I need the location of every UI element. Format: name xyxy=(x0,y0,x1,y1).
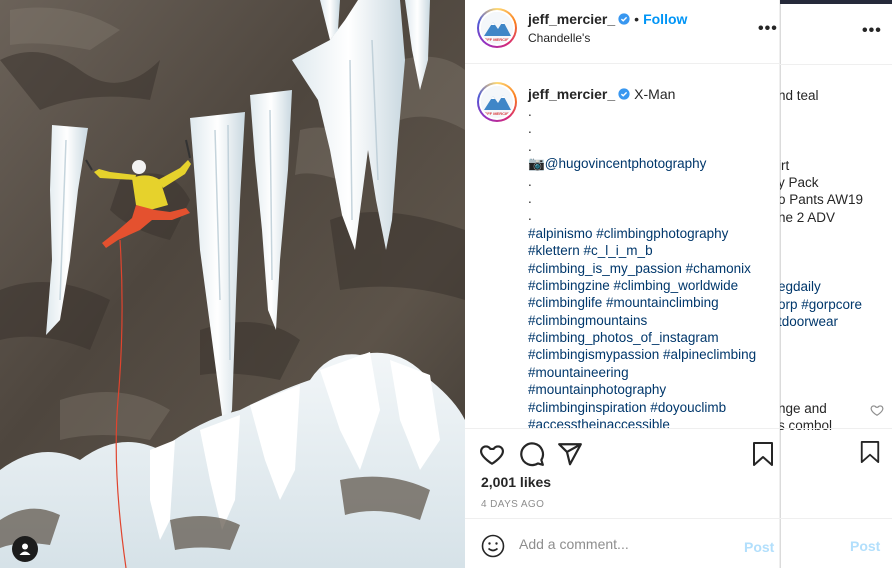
caption-hashtag-line[interactable]: #climbinglife #mountainclimbing xyxy=(528,294,773,311)
caption-scroll-area[interactable]: JEFF MERCIER jeff_mercier_ X-Man ... 📷@hug… xyxy=(465,65,780,428)
more-options-button[interactable]: ••• xyxy=(758,20,778,38)
caption-author-avatar[interactable]: JEFF MERCIER xyxy=(477,82,517,122)
caption-hashtag-line[interactable]: #climbing_is_my_passion #chamonix xyxy=(528,260,773,277)
caption-line: . xyxy=(528,208,532,224)
caption-line xyxy=(778,226,892,243)
comment-bar: Post xyxy=(465,518,780,568)
verified-badge-icon xyxy=(618,13,630,25)
background-header-divider xyxy=(780,64,892,65)
caption-line xyxy=(778,244,892,261)
caption-hashtag-line[interactable]: #klettern #c_l_i_m_b xyxy=(528,242,773,259)
bookmark-icon[interactable] xyxy=(751,441,775,467)
background-more-options-button[interactable]: ••• xyxy=(862,22,882,40)
caption-line: . xyxy=(528,173,532,189)
header-user-line: jeff_mercier_ • Follow xyxy=(528,11,687,27)
caption-hashtag-line[interactable]: orp #gorpcore xyxy=(778,296,892,313)
background-post-button[interactable]: Post xyxy=(850,538,880,554)
caption-hashtag-line[interactable]: #mountainphotography xyxy=(528,381,773,398)
avatar-logo-icon: JEFF MERCIER xyxy=(481,12,513,44)
caption-hashtag-line[interactable]: #alpinismo #climbingphotography xyxy=(528,225,773,242)
caption-line xyxy=(778,365,892,382)
author-avatar[interactable]: JEFF MERCIER xyxy=(477,8,517,48)
caption-hashtag-line[interactable]: 📷@hugovincentphotography xyxy=(528,155,773,172)
caption-line xyxy=(778,122,892,139)
background-caption: nd teal irt y Pack o Pants AW19 ne 2 ADV egda… xyxy=(778,87,892,435)
author-username-link[interactable]: jeff_mercier_ xyxy=(528,11,615,27)
follow-button[interactable]: Follow xyxy=(643,11,687,27)
background-divider xyxy=(780,428,892,429)
caption-hashtag-line[interactable]: #mountaineering xyxy=(528,364,773,381)
caption-hashtag-line[interactable]: tdoorwear xyxy=(778,313,892,330)
verified-badge-icon xyxy=(618,88,630,100)
caption-line: . xyxy=(528,121,532,137)
post-comment-button[interactable]: Post xyxy=(744,539,774,555)
post-side-panel: JEFF MERCIER jeff_mercier_ • Follow Chande… xyxy=(465,0,780,568)
caption-line: . xyxy=(528,190,532,206)
caption-line: s combol xyxy=(778,418,833,434)
caption-line xyxy=(778,139,892,156)
post-photo[interactable] xyxy=(0,0,465,568)
caption-header: jeff_mercier_ X-Man xyxy=(528,86,675,102)
caption-title: X-Man xyxy=(634,86,676,102)
caption-line: ne 2 ADV xyxy=(778,209,836,225)
caption-hashtag-line[interactable]: #climbing_photos_of_instagram xyxy=(528,329,773,346)
caption-hashtag-line[interactable]: #climbinginspiration #doyouclimb xyxy=(528,399,773,416)
ice-climbing-photo xyxy=(0,0,465,568)
caption-line: y Pack xyxy=(778,174,819,190)
caption-hashtag-line[interactable]: #climbingmountains xyxy=(528,312,773,329)
background-divider xyxy=(780,518,892,519)
caption-line xyxy=(778,348,892,365)
caption-line: . xyxy=(528,104,532,119)
header-separator: • xyxy=(634,11,640,27)
caption-line: nd teal xyxy=(778,88,819,103)
user-tag-icon xyxy=(19,543,31,555)
caption-line xyxy=(778,104,892,121)
avatar-logo-icon: JEFF MERCIER xyxy=(481,86,513,118)
comment-input[interactable] xyxy=(519,533,729,555)
caption-line: o Pants AW19 xyxy=(778,192,864,208)
caption-body: ... 📷@hugovincentphotography... #alpinismo… xyxy=(528,103,773,428)
caption-hashtag-line[interactable]: egdaily xyxy=(778,278,892,295)
svg-text:JEFF MERCIER: JEFF MERCIER xyxy=(482,37,511,42)
caption-hashtag-line[interactable]: #climbingismypassion #alpineclimbing xyxy=(528,346,773,363)
background-bookmark-icon[interactable] xyxy=(859,440,881,464)
svg-text:JEFF MERCIER: JEFF MERCIER xyxy=(482,111,511,116)
caption-line xyxy=(778,383,892,400)
caption-hashtag-line[interactable]: #climbingzine #climbing_worldwide xyxy=(528,277,773,294)
background-comment-like-icon[interactable] xyxy=(870,403,884,417)
background-top-bar xyxy=(780,0,892,4)
post-actions: 2,001 likes 4 DAYS AGO xyxy=(465,428,780,518)
caption-line: . xyxy=(528,138,532,154)
caption-line xyxy=(778,261,892,278)
post-timestamp[interactable]: 4 DAYS AGO xyxy=(481,499,544,510)
share-icon[interactable] xyxy=(557,441,583,467)
caption-line xyxy=(778,330,892,347)
post-header: JEFF MERCIER jeff_mercier_ • Follow Chande… xyxy=(465,0,780,64)
user-tag-button[interactable] xyxy=(12,536,38,562)
likes-count[interactable]: 2,001 likes xyxy=(481,474,551,490)
location-link[interactable]: Chandelle's xyxy=(528,31,590,45)
heart-icon[interactable] xyxy=(479,441,505,467)
comment-icon[interactable] xyxy=(519,441,545,467)
caption-username-link[interactable]: jeff_mercier_ xyxy=(528,86,615,102)
emoji-icon[interactable] xyxy=(481,534,505,558)
caption-line: irt xyxy=(778,157,790,173)
caption-hashtag-line[interactable]: #accesstheinaccessible xyxy=(528,416,773,428)
